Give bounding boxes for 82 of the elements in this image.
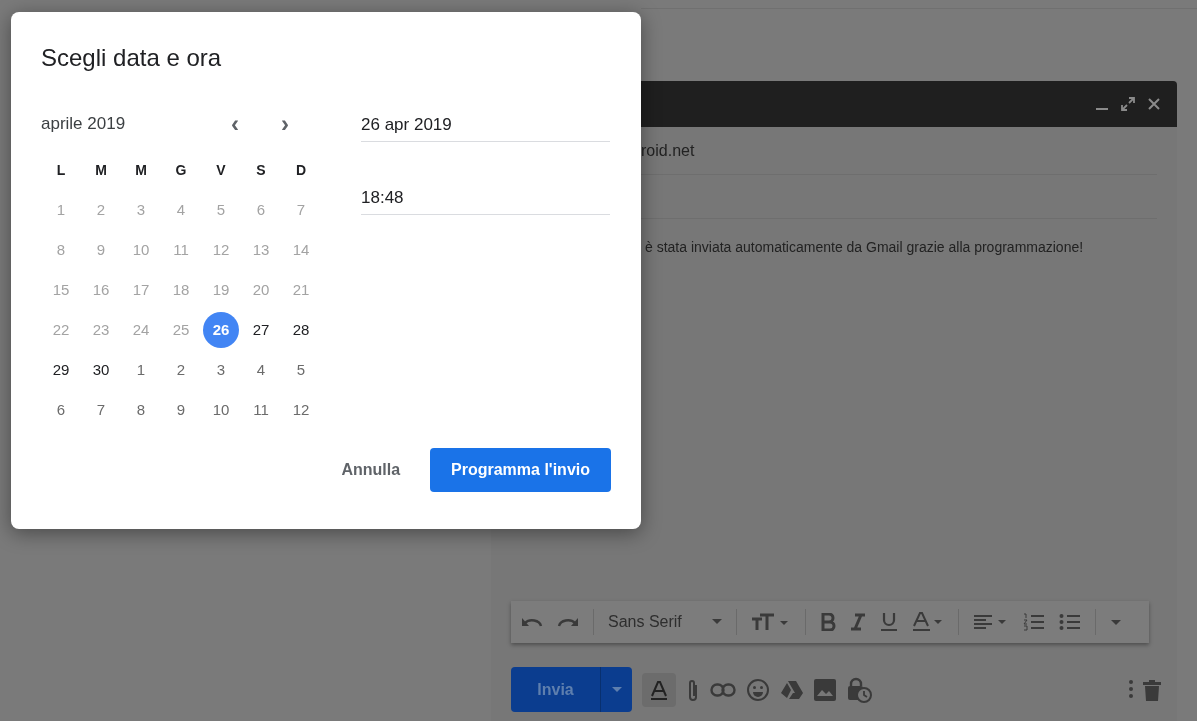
calendar-day[interactable]: 6 [43, 392, 79, 428]
calendar-day[interactable]: 26 [203, 312, 239, 348]
dialog-title: Scegli data e ora [41, 43, 223, 73]
close-icon[interactable] [1147, 97, 1161, 111]
text-color-icon[interactable] [912, 612, 944, 632]
calendar-day[interactable]: 10 [123, 232, 159, 268]
text-format-icon[interactable] [642, 673, 676, 707]
paperclip-icon[interactable] [686, 679, 700, 703]
image-icon[interactable] [814, 679, 836, 701]
calendar-day[interactable]: 30 [83, 352, 119, 388]
calendar-day[interactable]: 12 [283, 392, 319, 428]
calendar-day[interactable]: 2 [83, 192, 119, 228]
calendar-day[interactable]: 24 [123, 312, 159, 348]
bulleted-list-icon[interactable] [1059, 613, 1081, 631]
calendar-day[interactable]: 2 [163, 352, 199, 388]
calendar-day[interactable]: 1 [43, 192, 79, 228]
calendar-day[interactable]: 6 [243, 192, 279, 228]
drive-icon[interactable] [780, 680, 804, 700]
calendar-day[interactable]: 3 [123, 192, 159, 228]
calendar-day[interactable]: 11 [163, 232, 199, 268]
calendar-day[interactable]: 5 [203, 192, 239, 228]
cancel-button[interactable]: Annulla [341, 448, 401, 492]
weekday-label: D [295, 160, 307, 180]
expand-icon[interactable] [1121, 97, 1135, 111]
calendar-day[interactable]: 16 [83, 272, 119, 308]
calendar-day[interactable]: 25 [163, 312, 199, 348]
calendar-day[interactable]: 8 [123, 392, 159, 428]
weekday-label: M [135, 160, 147, 180]
schedule-button[interactable]: Programma l'invio [430, 448, 611, 492]
calendar-day[interactable]: 8 [43, 232, 79, 268]
lock-clock-icon[interactable] [846, 677, 872, 703]
calendar-day[interactable]: 29 [43, 352, 79, 388]
message-body: è stata inviata automaticamente da Gmail grazie alla programmazione! [645, 239, 1084, 255]
calendar-day[interactable]: 20 [243, 272, 279, 308]
weekday-label: M [95, 160, 107, 180]
weekday-label: L [56, 160, 66, 180]
calendar-day[interactable]: 7 [83, 392, 119, 428]
calendar-day[interactable]: 9 [163, 392, 199, 428]
calendar-day[interactable]: 4 [163, 192, 199, 228]
more-formatting-icon[interactable] [1110, 618, 1122, 626]
calendar-day[interactable]: 18 [163, 272, 199, 308]
month-label: aprile 2019 [41, 113, 127, 136]
calendar-day[interactable]: 27 [243, 312, 279, 348]
emoji-icon[interactable] [746, 678, 770, 702]
calendar-day[interactable]: 15 [43, 272, 79, 308]
recipient-text: roid.net [641, 140, 695, 161]
font-dropdown[interactable]: Sans Serif [608, 610, 722, 634]
text-size-icon[interactable] [751, 613, 791, 631]
calendar-day[interactable]: 13 [243, 232, 279, 268]
bold-icon[interactable] [820, 613, 836, 631]
date-field[interactable]: 26 apr 2019 [361, 108, 610, 142]
calendar-day[interactable]: 7 [283, 192, 319, 228]
underline-icon[interactable] [880, 612, 898, 632]
calendar-day[interactable]: 9 [83, 232, 119, 268]
calendar-day[interactable]: 12 [203, 232, 239, 268]
weekday-label: V [216, 160, 226, 180]
calendar-day[interactable]: 11 [243, 392, 279, 428]
italic-icon[interactable] [850, 613, 866, 631]
calendar-day[interactable]: 19 [203, 272, 239, 308]
calendar-day[interactable]: 14 [283, 232, 319, 268]
calendar-day[interactable]: 21 [283, 272, 319, 308]
calendar-day[interactable]: 22 [43, 312, 79, 348]
calendar-day[interactable]: 23 [83, 312, 119, 348]
calendar-day[interactable]: 5 [283, 352, 319, 388]
calendar-day[interactable]: 17 [123, 272, 159, 308]
trash-icon[interactable] [1143, 679, 1161, 701]
calendar-day[interactable]: 28 [283, 312, 319, 348]
previous-month-button[interactable]: ‹ [221, 112, 249, 136]
weekday-label: S [256, 160, 266, 180]
align-icon[interactable] [973, 614, 1009, 630]
numbered-list-icon[interactable] [1023, 613, 1045, 631]
weekday-label: G [175, 160, 187, 180]
calendar-day[interactable]: 1 [123, 352, 159, 388]
calendar-day[interactable]: 10 [203, 392, 239, 428]
link-icon[interactable] [710, 683, 736, 697]
more-options-icon[interactable] [1129, 680, 1133, 698]
calendar-day[interactable]: 3 [203, 352, 239, 388]
calendar-day[interactable]: 4 [243, 352, 279, 388]
time-field[interactable]: 18:48 [361, 182, 610, 215]
caret-icon [712, 619, 722, 625]
caret-icon [611, 686, 622, 693]
next-month-button[interactable]: › [271, 112, 299, 136]
